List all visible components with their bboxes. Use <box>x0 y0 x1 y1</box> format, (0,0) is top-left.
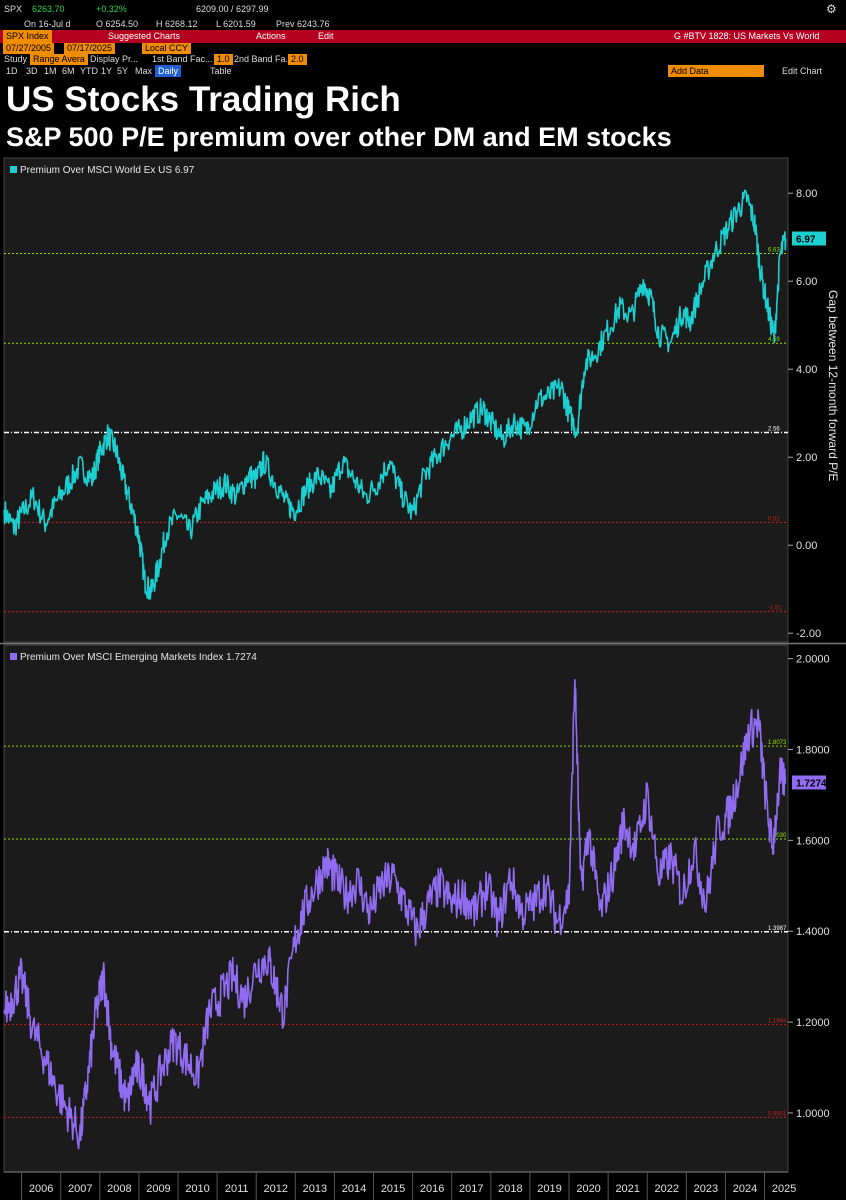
x-tick-label: 2022 <box>655 1183 679 1195</box>
y-tick-label: 8.00 <box>796 188 817 200</box>
x-tick-label: 2017 <box>459 1183 483 1195</box>
reference-label: 0.52 <box>768 516 780 522</box>
x-tick-label: 2024 <box>733 1183 757 1195</box>
y-axis-label: Gap between 12-month forward P/E <box>826 290 840 481</box>
y-tick-label: 2.00 <box>796 452 817 464</box>
reference-label: -1.51 <box>768 606 782 612</box>
reference-label: 2.56 <box>768 427 780 433</box>
x-tick-label: 2009 <box>146 1183 170 1195</box>
y-tick-label: 2.0000 <box>796 654 830 666</box>
x-tick-label: 2011 <box>225 1183 249 1195</box>
y-tick-label: 0.00 <box>796 540 817 552</box>
x-tick-label: 2016 <box>420 1183 444 1195</box>
x-tick-label: 2015 <box>381 1183 405 1195</box>
plot-area-1 <box>3 157 789 643</box>
reference-label: 1.1944 <box>768 1019 787 1025</box>
last-value-label: 1.7274 <box>796 778 827 789</box>
x-tick-label: 2006 <box>29 1183 53 1195</box>
y-tick-label: 1.0000 <box>796 1108 830 1120</box>
x-tick-label: 2010 <box>185 1183 209 1195</box>
chart-canvas: -2.000.002.004.006.008.006.634.592.560.5… <box>0 157 846 1200</box>
y-tick-label: -2.00 <box>796 628 821 640</box>
x-tick-label: 2013 <box>303 1183 327 1195</box>
y-tick-label: 1.6000 <box>796 835 830 847</box>
legend-swatch <box>10 653 17 660</box>
x-tick-label: 2018 <box>498 1183 522 1195</box>
x-tick-label: 2023 <box>694 1183 718 1195</box>
x-tick-label: 2020 <box>576 1183 600 1195</box>
y-tick-label: 1.2000 <box>796 1017 830 1029</box>
y-tick-label: 1.8000 <box>796 744 830 756</box>
x-tick-label: 2007 <box>68 1183 92 1195</box>
last-value-label: 6.97 <box>796 235 816 246</box>
reference-label: 1.3987 <box>768 926 787 932</box>
y-tick-label: 6.00 <box>796 276 817 288</box>
reference-label: 0.9901 <box>768 1111 787 1117</box>
legend-label: Premium Over MSCI World Ex US 6.97 <box>20 165 195 176</box>
y-tick-label: 1.4000 <box>796 926 830 938</box>
x-tick-label: 2025 <box>772 1183 796 1195</box>
x-tick-label: 2014 <box>342 1183 366 1195</box>
x-tick-label: 2021 <box>615 1183 639 1195</box>
reference-label: 1.8073 <box>768 740 787 746</box>
x-tick-label: 2012 <box>264 1183 288 1195</box>
x-tick-label: 2019 <box>537 1183 561 1195</box>
legend-swatch <box>10 166 17 173</box>
x-tick-label: 2008 <box>107 1183 131 1195</box>
y-tick-label: 4.00 <box>796 364 817 376</box>
legend-label: Premium Over MSCI Emerging Markets Index… <box>20 652 257 663</box>
reference-label: 6.63 <box>768 247 780 253</box>
